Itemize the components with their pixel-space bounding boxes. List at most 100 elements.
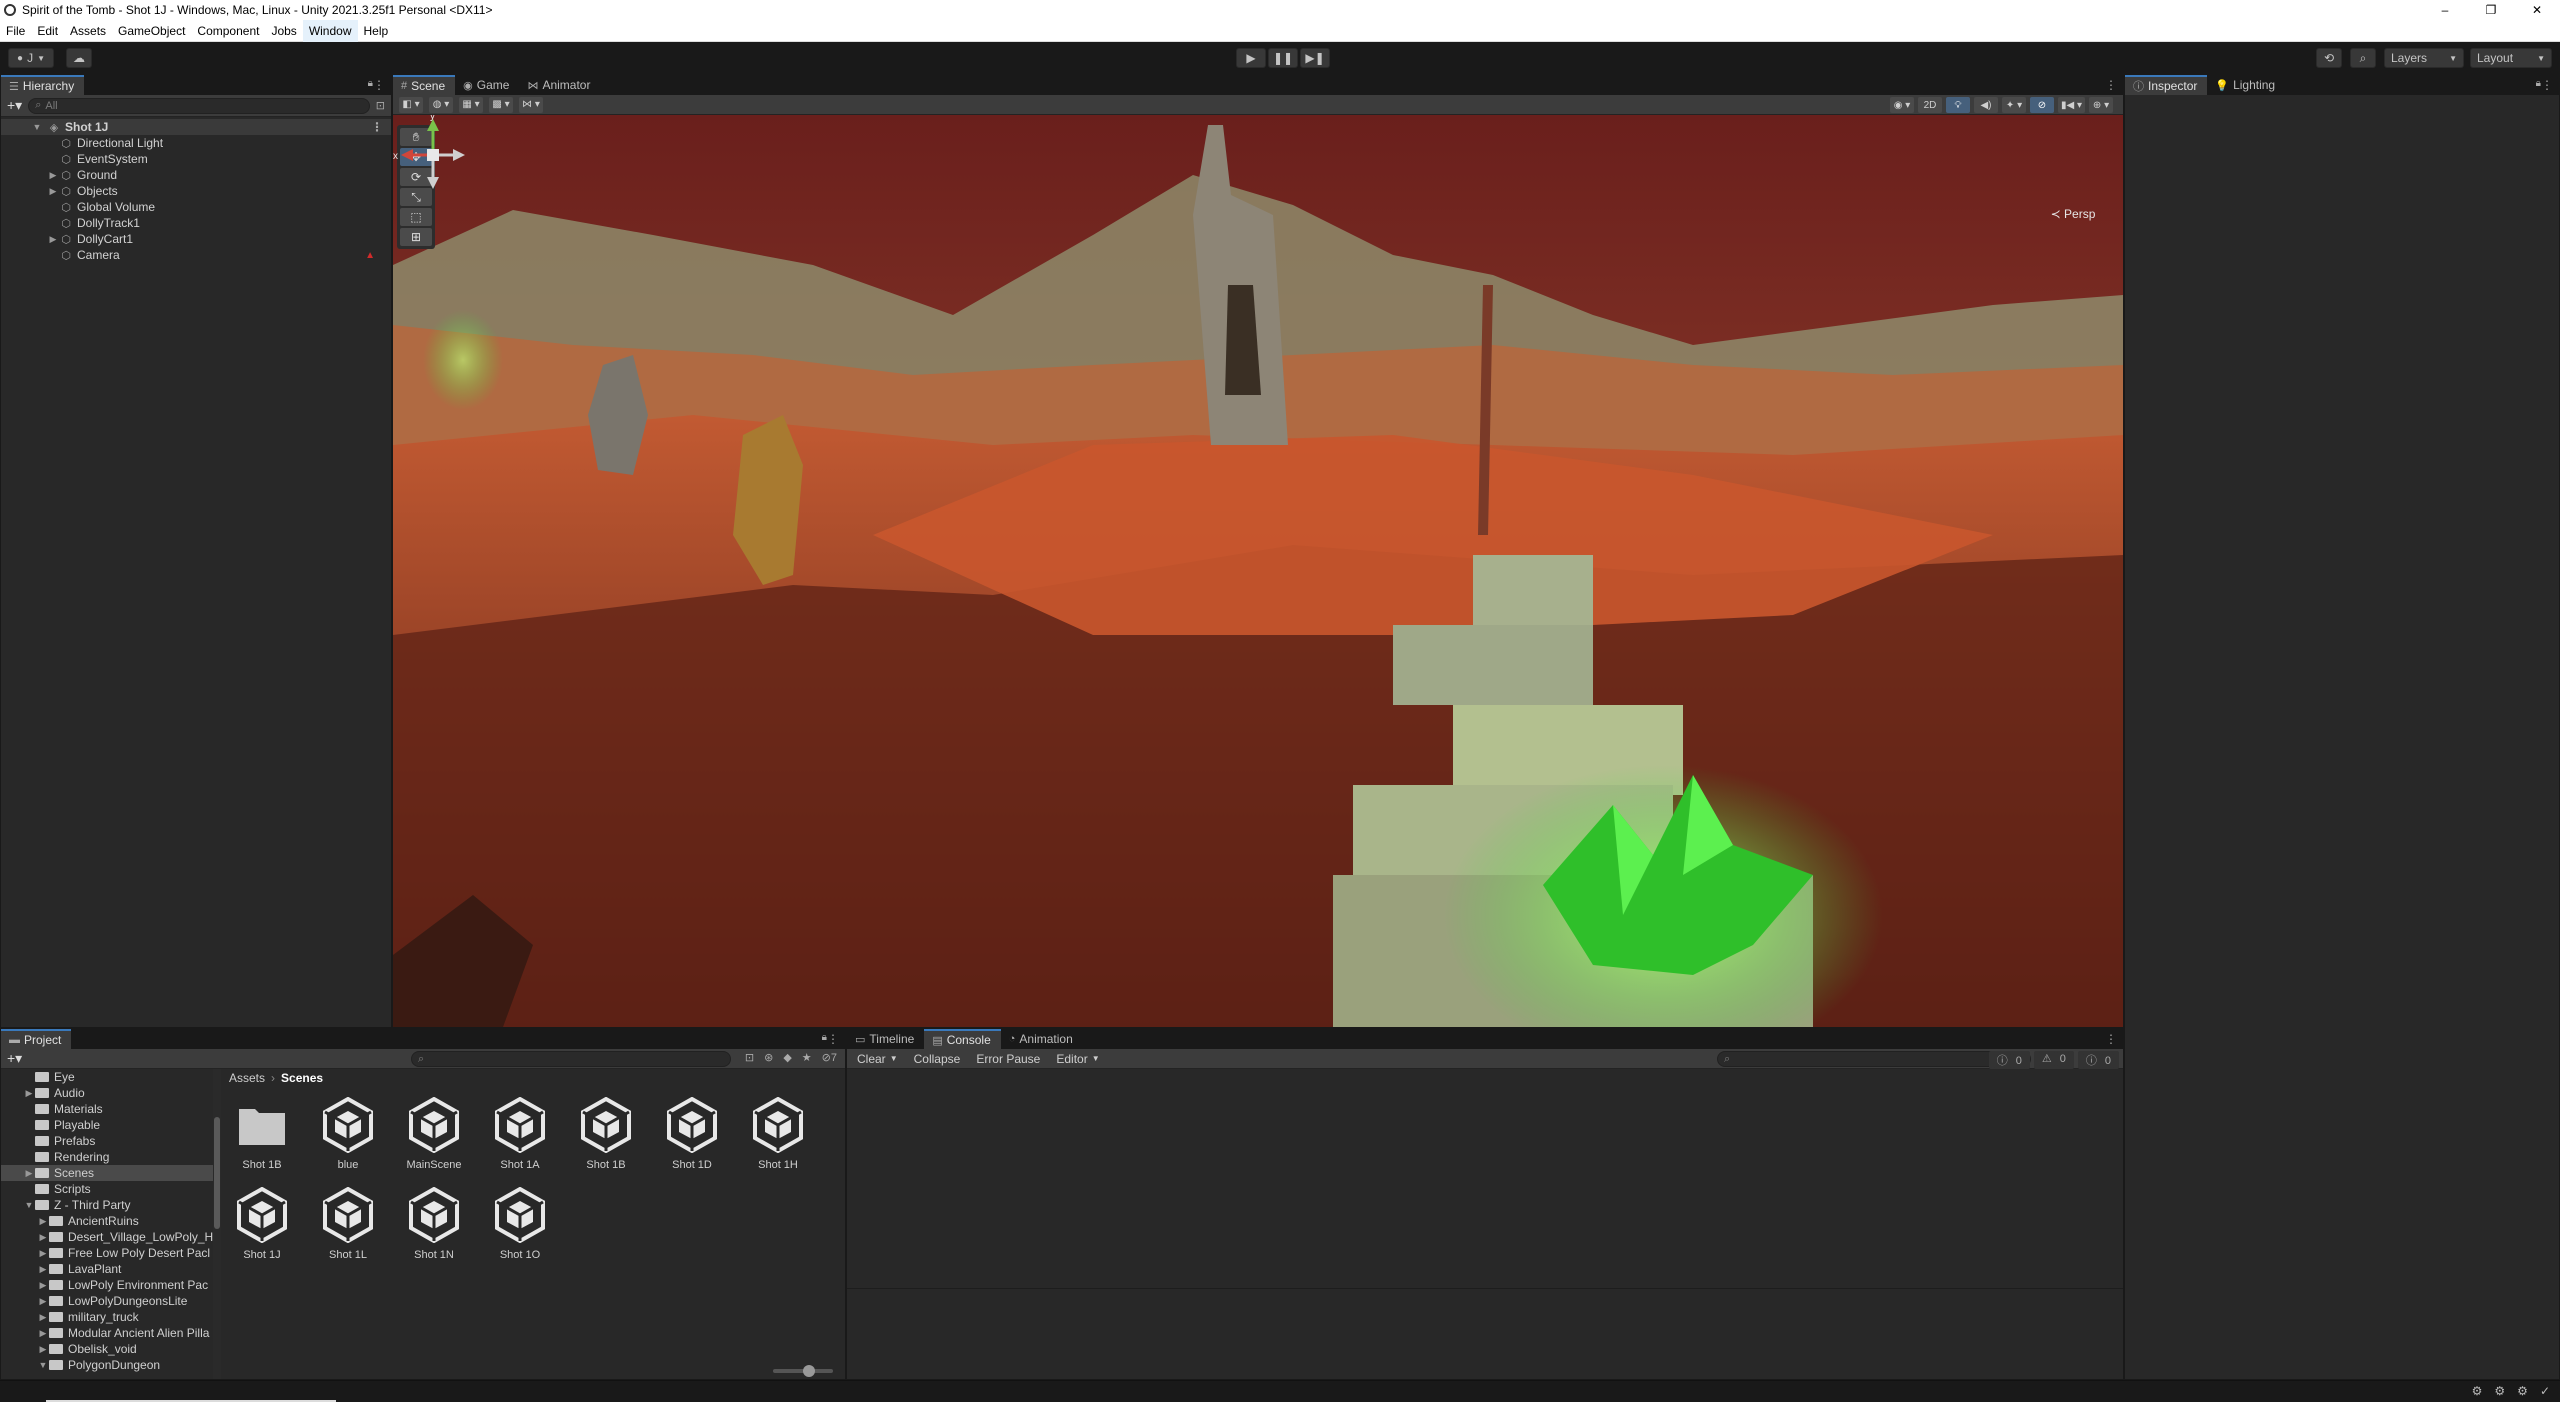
hierarchy-item[interactable]: ▶ ⬡ DollyCart1 xyxy=(1,231,391,247)
expand-arrow-icon[interactable]: ▶ xyxy=(47,234,59,245)
expand-arrow-icon[interactable]: ▶ xyxy=(37,1248,49,1259)
project-tree-item[interactable]: Eye xyxy=(1,1069,218,1085)
effects-dropdown[interactable]: ✦ ▾ xyxy=(2002,97,2026,113)
menu-window[interactable]: Window xyxy=(302,19,358,42)
asset-scene[interactable]: Shot 1O xyxy=(491,1185,549,1261)
hidden-packages-toggle[interactable]: ⊘7 xyxy=(822,1051,837,1064)
close-button[interactable]: ✕ xyxy=(2514,0,2560,20)
hidden-objects-toggle[interactable]: ⊘ xyxy=(2030,97,2054,113)
hierarchy-item[interactable]: ⬡ DollyTrack1 xyxy=(1,215,391,231)
debug-icon[interactable]: ⚙ xyxy=(2472,1384,2483,1398)
project-tree-item[interactable]: ▶ LowPolyDungeonsLite xyxy=(1,1293,218,1309)
project-tree-item[interactable]: Prefabs xyxy=(1,1133,218,1149)
console-log-list[interactable] xyxy=(847,1069,2123,1289)
menu-help[interactable]: Help xyxy=(358,20,395,42)
tag-icon[interactable]: ◆ xyxy=(783,1051,791,1064)
tab-lighting[interactable]: 💡 Lighting xyxy=(2207,75,2285,95)
expand-arrow-icon[interactable]: ▶ xyxy=(37,1280,49,1291)
draw-mode-dropdown[interactable]: ◧ ▾ xyxy=(399,96,423,113)
asset-scene[interactable]: Shot 1A xyxy=(491,1095,549,1171)
menu-jobs[interactable]: Jobs xyxy=(265,20,302,42)
cache-server-icon[interactable]: ⚙ xyxy=(2494,1384,2505,1398)
audio-toggle[interactable]: ◀) xyxy=(1974,97,1998,113)
error-count-toggle[interactable]: ⓘ 0 xyxy=(2077,1051,2119,1069)
toggle-2d-button[interactable]: 2D xyxy=(1918,97,1942,113)
star-icon[interactable]: ★ xyxy=(802,1051,812,1064)
warning-count-toggle[interactable]: ⚠ 0 xyxy=(2033,1051,2074,1069)
increment-snap-dropdown[interactable]: ▩ ▾ xyxy=(489,96,513,113)
tab-timeline[interactable]: ▭ Timeline xyxy=(847,1029,924,1049)
project-search-input[interactable]: ⌕ xyxy=(411,1051,731,1067)
expand-arrow-icon[interactable]: ▶ xyxy=(37,1296,49,1307)
project-tree-item[interactable]: Playable xyxy=(1,1117,218,1133)
project-tree-item[interactable]: ▼ Z - Third Party xyxy=(1,1197,218,1213)
camera-settings-dropdown[interactable]: ▮◀ ▾ xyxy=(2058,97,2085,113)
undo-history-button[interactable]: ⟲ xyxy=(2316,48,2342,68)
hierarchy-search-input[interactable]: ⌕ All xyxy=(28,97,370,114)
minimize-button[interactable]: – xyxy=(2422,0,2468,20)
menu-edit[interactable]: Edit xyxy=(31,20,64,42)
lighting-toggle[interactable]: 💡︎ xyxy=(1946,97,1970,113)
layers-dropdown[interactable]: Layers ▼ xyxy=(2384,48,2464,68)
menu-gameobject[interactable]: GameObject xyxy=(112,20,191,42)
asset-scene[interactable]: Shot 1H xyxy=(749,1095,807,1171)
add-button[interactable]: +▾ xyxy=(7,97,22,114)
render-mode-dropdown[interactable]: ◉ ▾ xyxy=(1890,97,1914,113)
project-tree-item[interactable]: Materials xyxy=(1,1101,218,1117)
expand-arrow-icon[interactable]: ▼ xyxy=(31,122,43,132)
expand-arrow-icon[interactable]: ▶ xyxy=(37,1216,49,1227)
warning-icon[interactable]: ▲ xyxy=(365,250,375,261)
console-search-input[interactable]: ⌕ xyxy=(1717,1051,2031,1067)
icon-size-slider[interactable] xyxy=(773,1365,833,1377)
perspective-toggle[interactable]: ≺ Persp xyxy=(2033,207,2113,221)
hierarchy-item[interactable]: ⬡ Global Volume xyxy=(1,199,391,215)
kebab-menu-icon[interactable]: ⋮ xyxy=(2105,78,2117,92)
project-tree-item[interactable]: ▶ AncientRuins xyxy=(1,1213,218,1229)
asset-scene[interactable]: Shot 1N xyxy=(405,1185,463,1261)
slider-handle[interactable] xyxy=(803,1365,815,1377)
tab-animator[interactable]: ⋈ Animator xyxy=(519,75,600,95)
project-tree-item[interactable]: ▶ LavaPlant xyxy=(1,1261,218,1277)
project-tree-item[interactable]: ▶ Scenes xyxy=(1,1165,218,1181)
error-pause-button[interactable]: Error Pause xyxy=(970,1050,1046,1068)
hierarchy-item[interactable]: ⬡ Camera ▲ xyxy=(1,247,391,263)
asset-scene[interactable]: Shot 1D xyxy=(663,1095,721,1171)
project-tree-item[interactable]: ▶ Audio xyxy=(1,1085,218,1101)
transform-tool-button[interactable]: ⊞ xyxy=(400,228,432,246)
tab-inspector[interactable]: ⓘ Inspector xyxy=(2125,75,2208,95)
collapse-button[interactable]: Collapse xyxy=(908,1050,967,1068)
filter-by-label-icon[interactable]: ⊛ xyxy=(764,1051,773,1064)
pause-button[interactable]: ❚❚ xyxy=(1268,48,1298,68)
clear-button[interactable]: Clear ▼ xyxy=(851,1050,904,1068)
expand-arrow-icon[interactable]: ▼ xyxy=(37,1360,49,1370)
asset-scene[interactable]: Shot 1J xyxy=(233,1185,291,1261)
asset-scene[interactable]: MainScene xyxy=(405,1095,463,1171)
asset-scene[interactable]: blue xyxy=(319,1095,377,1171)
hierarchy-item[interactable]: ▶ ⬡ Objects xyxy=(1,183,391,199)
scrollbar-thumb[interactable] xyxy=(214,1117,220,1229)
project-tree-item[interactable]: ▶ military_truck xyxy=(1,1309,218,1325)
hierarchy-item[interactable]: ⬡ Directional Light xyxy=(1,135,391,151)
global-local-dropdown[interactable]: ◍ ▾ xyxy=(429,96,453,113)
expand-arrow-icon[interactable]: ▶ xyxy=(37,1344,49,1355)
expand-arrow-icon[interactable]: ▶ xyxy=(37,1328,49,1339)
breadcrumb-assets[interactable]: Assets xyxy=(229,1071,265,1085)
gizmo-neg-y-cone[interactable] xyxy=(427,177,439,189)
scene-viewport[interactable]: ✋︎ ✥ ⟳ ⤡ ⬚ ⊞ y x ≺ Persp xyxy=(393,115,2123,1027)
search-by-type-icon[interactable]: ⊡ xyxy=(745,1051,754,1064)
expand-arrow-icon[interactable]: ▶ xyxy=(23,1168,35,1179)
auto-generate-lighting-icon[interactable]: ⚙ xyxy=(2517,1384,2528,1398)
cloud-button[interactable]: ☁ xyxy=(66,48,92,68)
project-tree-item[interactable]: ▶ Free Low Poly Desert Pacl xyxy=(1,1245,218,1261)
search-button[interactable]: ⌕ xyxy=(2350,48,2376,68)
expand-arrow-icon[interactable]: ▶ xyxy=(37,1312,49,1323)
tab-animation[interactable]: ◔ Animation xyxy=(1001,1029,1083,1049)
asset-scene[interactable]: Shot 1B xyxy=(577,1095,635,1171)
kebab-menu-icon[interactable]: ⋮ xyxy=(2105,1032,2117,1046)
project-tree-item[interactable]: ▶ Desert_Village_LowPoly_H xyxy=(1,1229,218,1245)
editor-dropdown[interactable]: Editor ▼ xyxy=(1050,1050,1105,1068)
kebab-menu-icon[interactable]: ⋮ xyxy=(371,120,383,134)
grid-snap-dropdown[interactable]: ▦ ▾ xyxy=(459,96,483,113)
check-icon[interactable]: ✓ xyxy=(2540,1384,2550,1398)
gizmos-dropdown[interactable]: ⊕ ▾ xyxy=(2089,97,2113,113)
